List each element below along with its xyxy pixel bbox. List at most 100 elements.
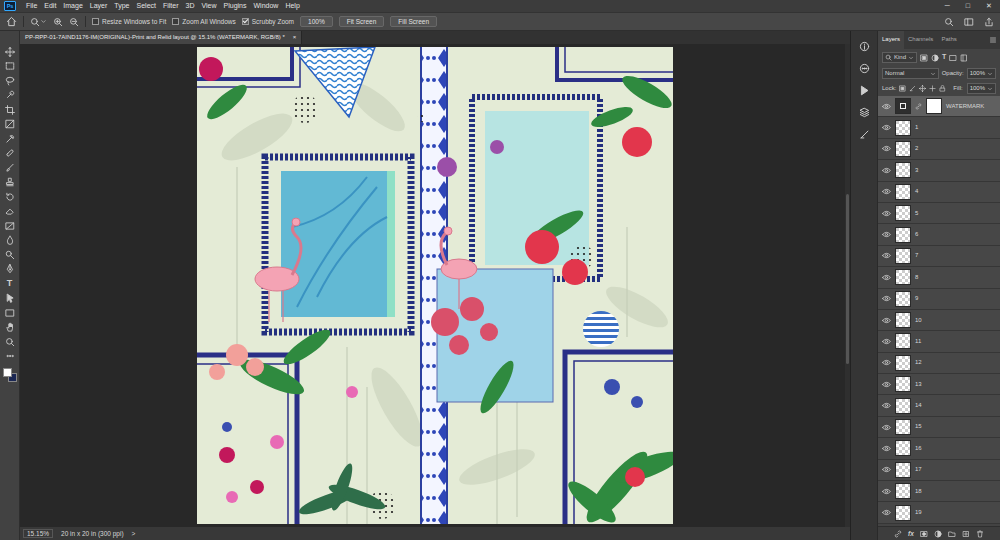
layer-thumbnail[interactable]	[895, 333, 911, 349]
layer-row[interactable]: 16	[878, 438, 1000, 459]
option-checkbox[interactable]: Scrubby Zoom	[242, 18, 294, 26]
new-group-icon[interactable]	[948, 530, 956, 538]
layer-row[interactable]: 11	[878, 331, 1000, 352]
menu-item[interactable]: Layer	[90, 2, 108, 10]
layer-row[interactable]: 2	[878, 139, 1000, 160]
delete-layer-icon[interactable]	[976, 530, 984, 538]
eyedrop-tool[interactable]	[3, 132, 17, 146]
frame-tool[interactable]	[3, 118, 17, 132]
smart-object-filter-icon[interactable]	[960, 54, 968, 62]
layer-name[interactable]: 17	[915, 466, 922, 473]
opacity-field[interactable]: 100%	[967, 68, 996, 79]
menu-item[interactable]: Image	[63, 2, 82, 10]
layer-thumbnail[interactable]	[895, 269, 911, 285]
minimize-button[interactable]: ─	[945, 2, 950, 10]
menu-item[interactable]: Edit	[44, 2, 56, 10]
layer-thumbnail[interactable]	[895, 505, 911, 521]
panel-menu[interactable]	[989, 31, 1000, 49]
layer-row[interactable]: 1	[878, 117, 1000, 138]
vertical-scrollbar[interactable]	[845, 44, 850, 527]
layer-thumbnail[interactable]	[895, 355, 911, 371]
layer-row[interactable]: 9	[878, 289, 1000, 310]
layer-thumbnail[interactable]	[895, 419, 911, 435]
layer-name[interactable]: 13	[915, 381, 922, 388]
layer-name[interactable]: 15	[915, 423, 922, 430]
heal-tool[interactable]	[3, 147, 17, 161]
layer-thumbnail[interactable]	[895, 98, 911, 114]
panel-tab[interactable]: Paths	[937, 31, 960, 49]
foreground-color[interactable]	[3, 368, 12, 377]
visibility-eye-icon[interactable]	[882, 123, 891, 132]
move-tool[interactable]	[3, 45, 17, 59]
document-tab[interactable]: PP-RPP-01-7AIND1176-IM(ORIGINAL)-Print a…	[20, 31, 302, 44]
lock-all-icon[interactable]	[939, 85, 946, 92]
menu-item[interactable]: Help	[285, 2, 299, 10]
layer-name[interactable]: 8	[915, 274, 918, 281]
layer-row[interactable]: 12	[878, 353, 1000, 374]
visibility-eye-icon[interactable]	[882, 273, 891, 282]
layer-thumbnail[interactable]	[895, 462, 911, 478]
visibility-eye-icon[interactable]	[882, 508, 891, 517]
layer-thumbnail[interactable]	[895, 483, 911, 499]
actions-icon[interactable]	[859, 85, 870, 96]
history-tool[interactable]	[3, 190, 17, 204]
adjustment-layer-icon[interactable]	[934, 530, 942, 538]
layer-row[interactable]: 19	[878, 502, 1000, 523]
zoom-option-button[interactable]: 100%	[300, 16, 333, 28]
checkbox[interactable]	[172, 18, 179, 25]
layer-row[interactable]: 10	[878, 310, 1000, 331]
app-logo[interactable]: Ps	[4, 1, 16, 11]
lock-image-icon[interactable]	[909, 85, 916, 92]
color-swatches[interactable]	[3, 368, 17, 382]
search-icon[interactable]	[944, 17, 954, 27]
canvas-area[interactable]	[20, 44, 850, 527]
fill-field[interactable]: 100%	[967, 83, 996, 94]
layer-thumbnail[interactable]	[895, 162, 911, 178]
zoom-option-button[interactable]: Fill Screen	[390, 16, 437, 28]
info-icon[interactable]	[859, 41, 870, 52]
layer-row[interactable]: 13	[878, 374, 1000, 395]
menu-item[interactable]: Select	[137, 2, 156, 10]
visibility-eye-icon[interactable]	[882, 465, 891, 474]
share-icon[interactable]	[984, 17, 994, 27]
layer-row[interactable]: 5	[878, 203, 1000, 224]
lasso-tool[interactable]	[3, 74, 17, 88]
menu-icon[interactable]	[989, 36, 997, 44]
lock-position-icon[interactable]	[919, 85, 926, 92]
visibility-eye-icon[interactable]	[882, 337, 891, 346]
pixel-filter-icon[interactable]	[920, 54, 928, 62]
mask-link-icon[interactable]	[915, 103, 922, 110]
menu-item[interactable]: Filter	[163, 2, 179, 10]
visibility-eye-icon[interactable]	[882, 144, 891, 153]
caret-icon[interactable]	[40, 18, 47, 25]
zoom-option-button[interactable]: Fit Screen	[339, 16, 385, 28]
close-tab-button[interactable]: ×	[293, 34, 297, 41]
type-filter-icon[interactable]: T	[942, 53, 946, 61]
lock-artboard-icon[interactable]	[929, 85, 936, 92]
visibility-eye-icon[interactable]	[882, 251, 891, 260]
layer-row[interactable]: 6	[878, 224, 1000, 245]
layer-row[interactable]: 3	[878, 160, 1000, 181]
visibility-eye-icon[interactable]	[882, 187, 891, 196]
visibility-eye-icon[interactable]	[882, 166, 891, 175]
pen-tool[interactable]	[3, 263, 17, 277]
layer-name[interactable]: WATERMARK	[946, 103, 984, 110]
hand-tool[interactable]	[3, 321, 17, 335]
checkbox[interactable]	[92, 18, 99, 25]
gradient-tool[interactable]	[3, 219, 17, 233]
marquee-tool[interactable]	[3, 60, 17, 74]
layer-name[interactable]: 2	[915, 145, 918, 152]
layer-row[interactable]: 14	[878, 395, 1000, 416]
artwork[interactable]	[197, 47, 673, 524]
home-icon[interactable]	[6, 16, 17, 27]
visibility-eye-icon[interactable]	[882, 102, 891, 111]
visibility-eye-icon[interactable]	[882, 316, 891, 325]
panel-tab[interactable]: Channels	[904, 31, 937, 49]
visibility-eye-icon[interactable]	[882, 401, 891, 410]
adjustment-filter-icon[interactable]	[931, 54, 939, 62]
shape-filter-icon[interactable]	[949, 54, 957, 62]
layer-name[interactable]: 1	[915, 124, 918, 131]
layer-thumbnail[interactable]	[895, 291, 911, 307]
zoom-in-icon[interactable]	[53, 17, 63, 27]
visibility-eye-icon[interactable]	[882, 444, 891, 453]
